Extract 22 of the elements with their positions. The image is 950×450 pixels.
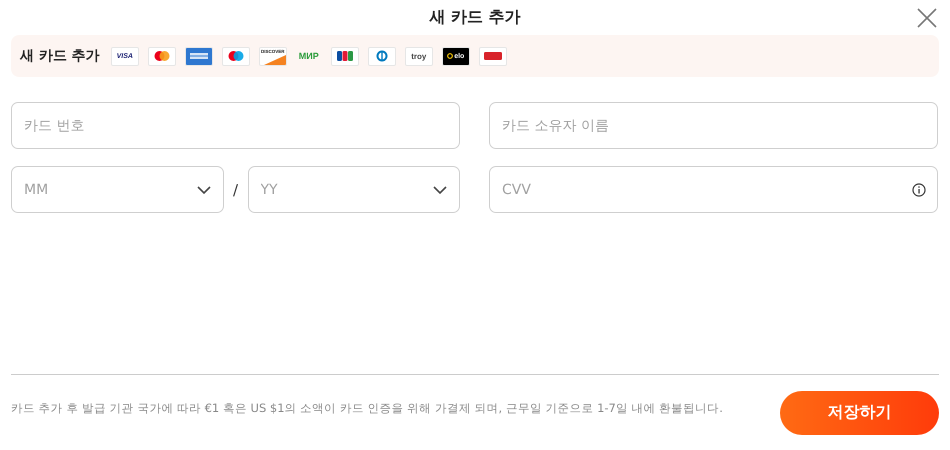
cvv-field[interactable]: CVV (489, 166, 938, 213)
close-button[interactable] (917, 8, 939, 30)
dialog-title: 새 카드 추가 (429, 7, 521, 28)
year-select[interactable]: YY (248, 166, 460, 213)
card-logo-icon (184, 46, 213, 66)
card-logo-icon (368, 46, 396, 66)
card-logo-icon: МИР (296, 48, 322, 64)
card-number-field[interactable]: 카드 번호 (11, 102, 460, 149)
card-logo-icon: troy (404, 46, 433, 66)
chevron-down-icon (196, 184, 212, 194)
refund-note: 카드 추가 후 발급 기관 국가에 따라 €1 혹은 US $1의 소액이 카드 인증을 위해 가결제 되며, 근무일 기준으로 1-7일 내에 환불됩니다. (11, 400, 723, 416)
month-select[interactable]: MM (11, 166, 224, 213)
chevron-down-icon (432, 184, 448, 194)
card-logo-icon (478, 46, 507, 66)
info-icon[interactable] (912, 182, 926, 196)
card-logo-icon (330, 46, 359, 66)
card-logo-icon (222, 46, 250, 66)
card-holder-field[interactable]: 카드 소유자 이름 (489, 102, 938, 149)
card-logo-icon (148, 46, 176, 66)
date-separator: / (232, 180, 240, 198)
save-button[interactable]: 저장하기 (780, 390, 939, 434)
brands-label: 새 카드 추가 (20, 47, 100, 65)
